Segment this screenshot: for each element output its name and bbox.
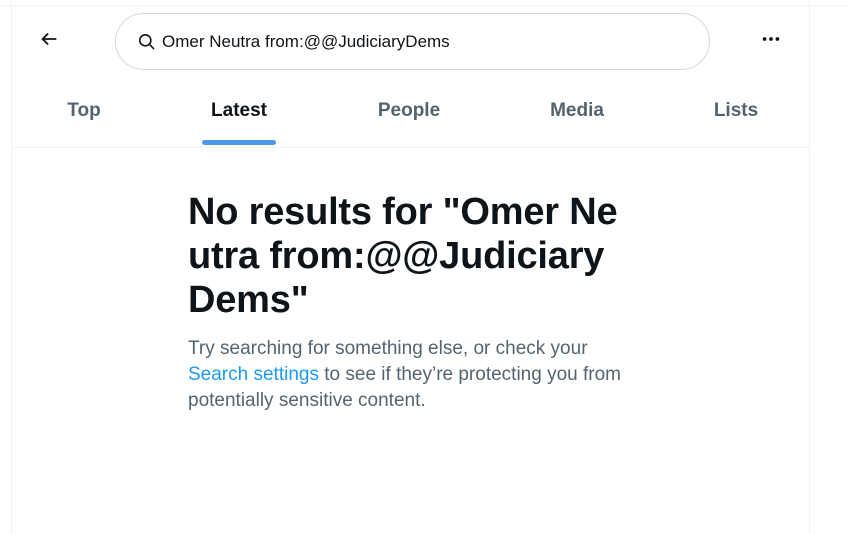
search-tabs: Top Latest People Media Lists bbox=[12, 84, 810, 148]
tab-people[interactable]: People bbox=[358, 84, 460, 148]
empty-state: No results for "Omer Neutra from:@@Judic… bbox=[188, 190, 628, 414]
body-text-before: Try searching for something else, or che… bbox=[188, 338, 588, 359]
back-button[interactable] bbox=[29, 21, 69, 61]
active-tab-indicator bbox=[202, 140, 276, 145]
more-options-button[interactable] bbox=[751, 21, 791, 61]
search-icon bbox=[136, 32, 156, 52]
search-settings-link[interactable]: Search settings bbox=[188, 364, 319, 385]
tab-latest[interactable]: Latest bbox=[186, 84, 292, 148]
tab-label: Media bbox=[550, 100, 604, 121]
tab-top[interactable]: Top bbox=[32, 84, 136, 148]
tab-media[interactable]: Media bbox=[528, 84, 626, 148]
tab-label: Top bbox=[67, 100, 101, 121]
empty-state-body: Try searching for something else, or che… bbox=[188, 336, 628, 414]
main-column: Top Latest People Media Lists No results… bbox=[11, 0, 810, 534]
empty-state-title: No results for "Omer Neutra from:@@Judic… bbox=[188, 191, 618, 321]
tab-label: People bbox=[377, 100, 441, 121]
search-input[interactable] bbox=[162, 26, 682, 57]
tab-label: Latest bbox=[211, 100, 267, 121]
arrow-left-icon bbox=[38, 28, 60, 55]
search-box[interactable] bbox=[115, 13, 710, 70]
search-results-page: Top Latest People Media Lists No results… bbox=[0, 0, 848, 534]
tab-lists[interactable]: Lists bbox=[692, 84, 780, 148]
tab-label: Lists bbox=[713, 100, 759, 121]
search-header: Top Latest People Media Lists bbox=[12, 0, 810, 148]
more-horizontal-icon bbox=[760, 28, 782, 55]
